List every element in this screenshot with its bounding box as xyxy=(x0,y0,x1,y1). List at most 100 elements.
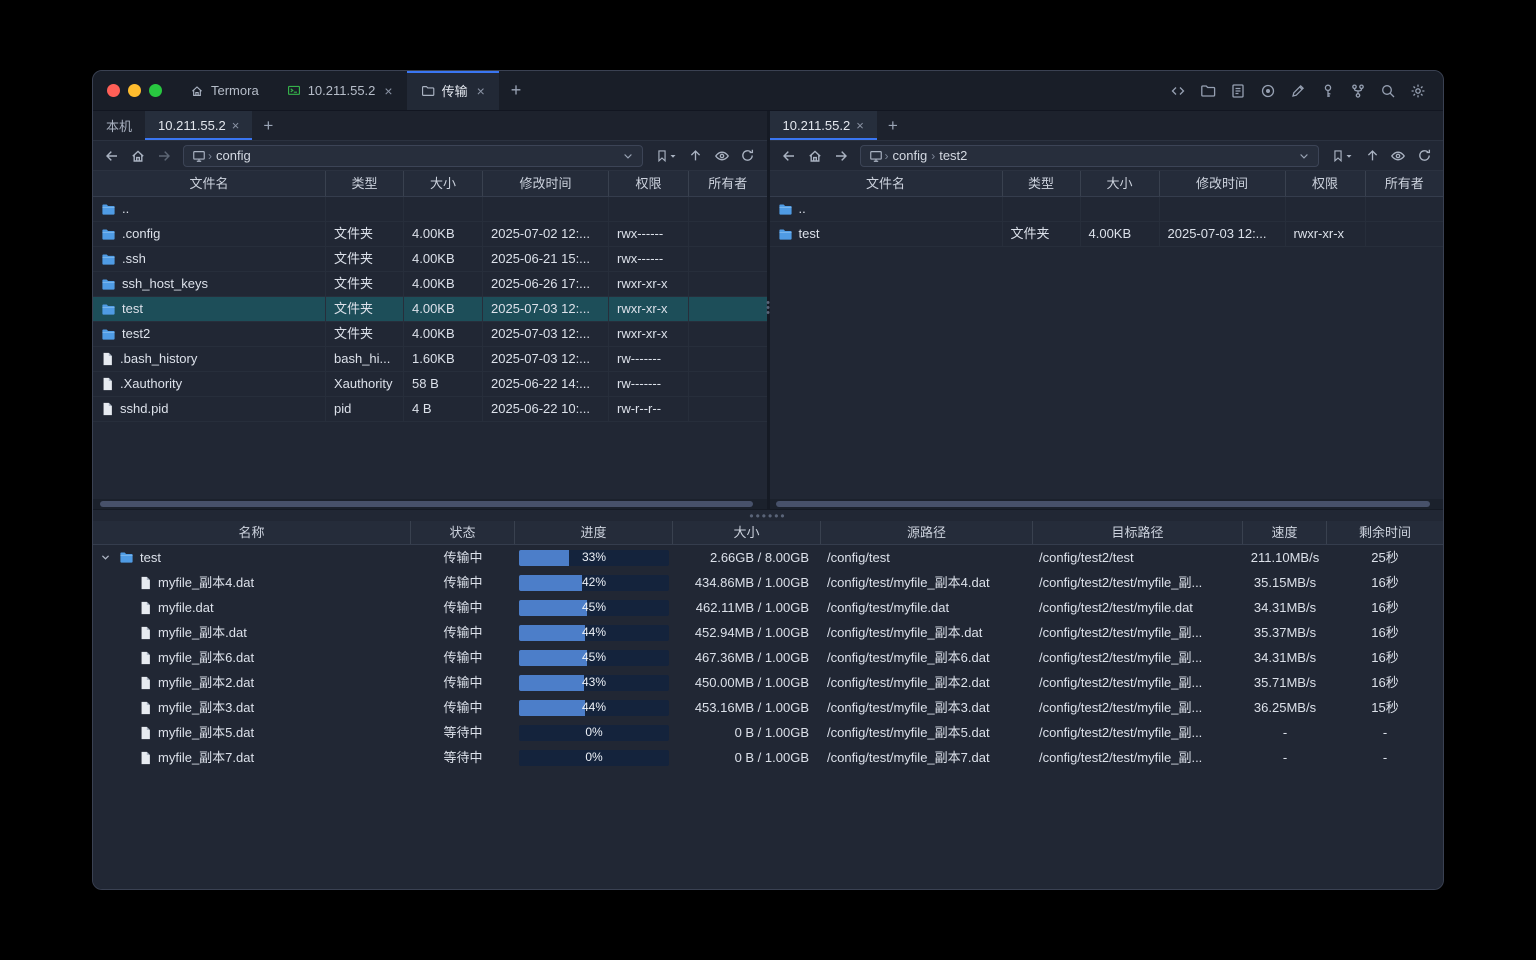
chevron-down-icon[interactable] xyxy=(97,550,113,566)
left-horizontal-scrollbar[interactable] xyxy=(93,499,767,509)
bookmark-icon[interactable] xyxy=(651,145,681,167)
transfer-column-header-目标路径[interactable]: 目标路径 xyxy=(1033,521,1243,544)
folder-icon xyxy=(101,277,116,292)
transfer-status: 传输中 xyxy=(411,695,515,720)
column-header-类型[interactable]: 类型 xyxy=(1003,171,1081,196)
transfer-row-myfile-副本5.dat[interactable]: myfile_副本5.dat等待中0%0 B / 1.00GB/config/t… xyxy=(93,720,1443,745)
close-icon[interactable]: × xyxy=(232,118,240,133)
close-icon[interactable]: × xyxy=(384,83,392,99)
close-window-button[interactable] xyxy=(107,84,120,97)
transfer-row-test[interactable]: test传输中33%2.66GB / 8.00GB/config/test/co… xyxy=(93,545,1443,570)
refresh-icon[interactable] xyxy=(1413,145,1435,167)
refresh-icon[interactable] xyxy=(737,145,759,167)
right-path-breadcrumb[interactable]: ›config›test2 xyxy=(860,145,1320,167)
breadcrumb-item-config[interactable]: config xyxy=(893,148,928,163)
column-header-所有者[interactable]: 所有者 xyxy=(689,171,767,196)
chevron-down-icon[interactable] xyxy=(620,145,636,167)
column-header-大小[interactable]: 大小 xyxy=(404,171,483,196)
transfer-row-myfile-副本3.dat[interactable]: myfile_副本3.dat传输中44%453.16MB / 1.00GB/co… xyxy=(93,695,1443,720)
transfer-column-header-大小[interactable]: 大小 xyxy=(673,521,821,544)
file-row-ssh-host-keys[interactable]: ssh_host_keys文件夹4.00KB2025-06-26 17:...r… xyxy=(93,272,767,297)
file-row-.bash-history[interactable]: .bash_historybash_hi...1.60KB2025-07-03 … xyxy=(93,347,767,372)
transfer-row-myfile-副本2.dat[interactable]: myfile_副本2.dat传输中43%450.00MB / 1.00GB/co… xyxy=(93,670,1443,695)
column-header-所有者[interactable]: 所有者 xyxy=(1366,171,1444,196)
file-row-test2[interactable]: test2文件夹4.00KB2025-07-03 12:...rwxr-xr-x xyxy=(93,322,767,347)
transfer-source-path: /config/test/myfile_副本3.dat xyxy=(821,695,1033,720)
edit-icon[interactable] xyxy=(1289,82,1307,100)
scrollbar-thumb[interactable] xyxy=(776,501,1429,507)
eye-icon[interactable] xyxy=(711,145,733,167)
file-row-test[interactable]: test文件夹4.00KB2025-07-03 12:...rwxr-xr-x xyxy=(770,222,1444,247)
file-row-.ssh[interactable]: .ssh文件夹4.00KB2025-06-21 15:...rwx------ xyxy=(93,247,767,272)
transfer-row-myfile-副本7.dat[interactable]: myfile_副本7.dat等待中0%0 B / 1.00GB/config/t… xyxy=(93,745,1443,770)
window-tab-10.211.55.2[interactable]: 10.211.55.2× xyxy=(273,71,407,110)
column-header-大小[interactable]: 大小 xyxy=(1081,171,1160,196)
eye-icon[interactable] xyxy=(1387,145,1409,167)
right-horizontal-scrollbar[interactable] xyxy=(770,499,1444,509)
window-tab-Termora[interactable]: Termora xyxy=(176,71,273,110)
home-icon[interactable] xyxy=(804,145,826,167)
transfer-column-header-源路径[interactable]: 源路径 xyxy=(821,521,1033,544)
panel-tab-10.211.55.2[interactable]: 10.211.55.2× xyxy=(145,111,252,140)
transfer-splitter[interactable]: •••••• xyxy=(93,509,1443,521)
home-icon[interactable] xyxy=(127,145,149,167)
transfer-speed: 35.15MB/s xyxy=(1243,570,1327,595)
column-header-文件名[interactable]: 文件名 xyxy=(770,171,1003,196)
file-row-.Xauthority[interactable]: .XauthorityXauthority58 B2025-06-22 14:.… xyxy=(93,372,767,397)
upload-icon[interactable] xyxy=(1361,145,1383,167)
transfer-row-myfile.dat[interactable]: myfile.dat传输中45%462.11MB / 1.00GB/config… xyxy=(93,595,1443,620)
column-header-文件名[interactable]: 文件名 xyxy=(93,171,326,196)
upload-icon[interactable] xyxy=(685,145,707,167)
transfer-column-header-状态[interactable]: 状态 xyxy=(411,521,515,544)
column-header-修改时间[interactable]: 修改时间 xyxy=(483,171,609,196)
breadcrumb-item-config[interactable]: config xyxy=(216,148,251,163)
search-icon[interactable] xyxy=(1379,82,1397,100)
back-icon[interactable] xyxy=(778,145,800,167)
transfer-row-myfile-副本.dat[interactable]: myfile_副本.dat传输中44%452.94MB / 1.00GB/con… xyxy=(93,620,1443,645)
transfer-column-header-名称[interactable]: 名称 xyxy=(93,521,411,544)
transfer-column-header-剩余时间[interactable]: 剩余时间 xyxy=(1327,521,1443,544)
key-icon[interactable] xyxy=(1319,82,1337,100)
panel-splitter[interactable]: ••• xyxy=(767,111,770,509)
folder-icon[interactable] xyxy=(1199,82,1217,100)
window-tab-传输[interactable]: 传输× xyxy=(407,71,499,110)
log-icon[interactable] xyxy=(1229,82,1247,100)
transfer-column-header-速度[interactable]: 速度 xyxy=(1243,521,1327,544)
new-window-tab-button[interactable]: + xyxy=(499,71,534,110)
file-row-sshd.pid[interactable]: sshd.pidpid4 B2025-06-22 10:...rw-r--r-- xyxy=(93,397,767,422)
transfer-row-myfile-副本6.dat[interactable]: myfile_副本6.dat传输中45%467.36MB / 1.00GB/co… xyxy=(93,645,1443,670)
branch-icon[interactable] xyxy=(1349,82,1367,100)
folder-icon xyxy=(119,550,134,565)
zoom-window-button[interactable] xyxy=(149,84,162,97)
file-row-..[interactable]: .. xyxy=(770,197,1444,222)
file-row-.config[interactable]: .config文件夹4.00KB2025-07-02 12:...rwx----… xyxy=(93,222,767,247)
transfer-row-myfile-副本4.dat[interactable]: myfile_副本4.dat传输中42%434.86MB / 1.00GB/co… xyxy=(93,570,1443,595)
file-modified: 2025-07-03 12:... xyxy=(483,347,609,372)
right-add-tab-button[interactable]: + xyxy=(877,111,909,140)
close-icon[interactable]: × xyxy=(856,118,864,133)
breadcrumb-item-test2[interactable]: test2 xyxy=(939,148,967,163)
chevron-down-icon[interactable] xyxy=(1296,145,1312,167)
panel-tab-10.211.55.2[interactable]: 10.211.55.2× xyxy=(770,111,877,140)
left-add-tab-button[interactable]: + xyxy=(252,111,284,140)
left-path-breadcrumb[interactable]: ›config xyxy=(183,145,643,167)
column-header-修改时间[interactable]: 修改时间 xyxy=(1160,171,1286,196)
forward-icon[interactable] xyxy=(830,145,852,167)
close-icon[interactable]: × xyxy=(477,83,485,99)
panel-tab-本机[interactable]: 本机 xyxy=(93,111,145,140)
scrollbar-thumb[interactable] xyxy=(100,501,753,507)
file-row-..[interactable]: .. xyxy=(93,197,767,222)
column-header-权限[interactable]: 权限 xyxy=(609,171,689,196)
transfer-column-header-进度[interactable]: 进度 xyxy=(515,521,673,544)
minimize-window-button[interactable] xyxy=(128,84,141,97)
column-header-类型[interactable]: 类型 xyxy=(326,171,404,196)
column-header-权限[interactable]: 权限 xyxy=(1286,171,1366,196)
settings-icon[interactable] xyxy=(1409,82,1427,100)
back-icon[interactable] xyxy=(101,145,123,167)
transfer-icon xyxy=(421,84,435,98)
bookmark-icon[interactable] xyxy=(1327,145,1357,167)
record-icon[interactable] xyxy=(1259,82,1277,100)
file-row-test[interactable]: test文件夹4.00KB2025-07-03 12:...rwxr-xr-x xyxy=(93,297,767,322)
forward-icon[interactable] xyxy=(153,145,175,167)
code-icon[interactable] xyxy=(1169,82,1187,100)
